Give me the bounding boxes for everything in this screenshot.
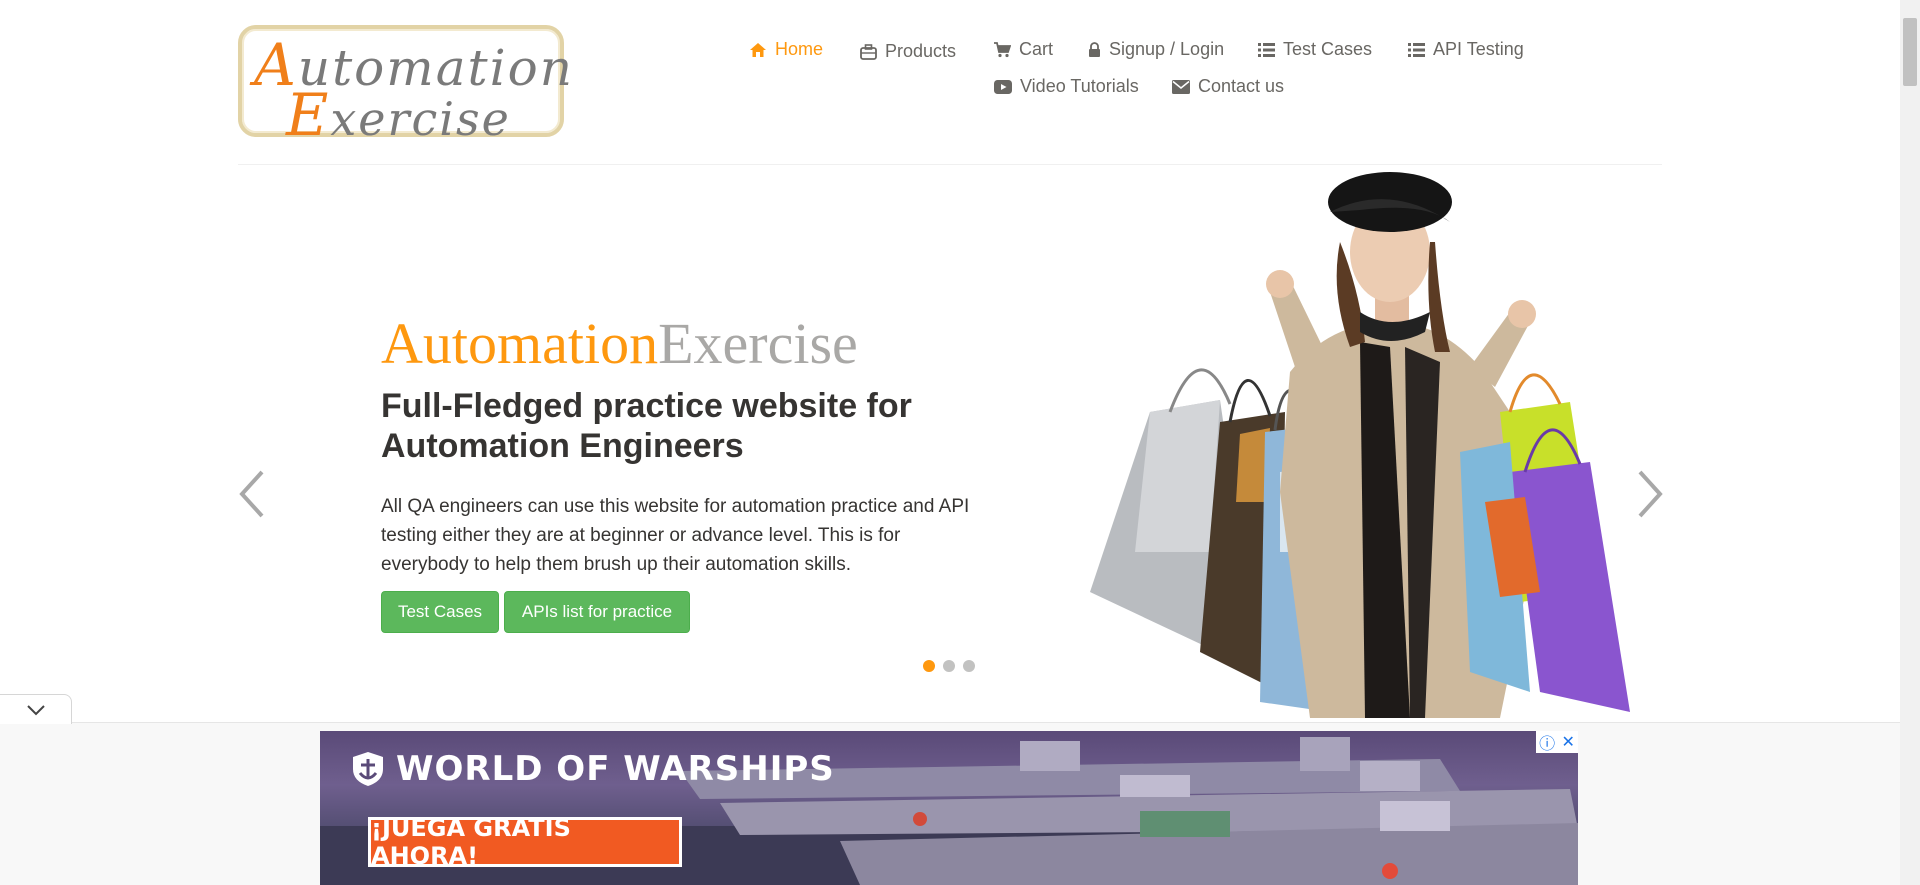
nav-test-cases-label: Test Cases	[1283, 39, 1373, 59]
nav-video-tutorials-label: Video Tutorials	[1020, 76, 1139, 96]
nav-contact-us-label: Contact us	[1198, 76, 1285, 96]
carousel-next-button[interactable]	[1636, 470, 1664, 523]
nav-signup-login-label: Signup / Login	[1109, 39, 1225, 59]
hero-description: All QA engineers can use this website fo…	[381, 496, 970, 575]
nav-video-tutorials[interactable]: Video Tutorials	[994, 76, 1139, 97]
envelope-icon	[1172, 79, 1190, 94]
world-of-warships-ad[interactable]: WORLD OF WARSHIPS ¡JUEGA GRATIS AHORA!	[320, 731, 1578, 885]
anchor-shield-icon	[353, 752, 383, 786]
ad-title-text: WORLD OF WARSHIPS	[396, 749, 835, 789]
site-logo[interactable]: Automation Exercise	[238, 25, 572, 149]
ad-collapse-tab[interactable]	[0, 694, 72, 724]
brand-part-exercise: Exercise	[658, 311, 858, 376]
nav-home-label: Home	[775, 39, 824, 59]
list-icon	[1408, 42, 1425, 57]
carousel-prev-button[interactable]	[238, 470, 266, 523]
logo-text-exercise: xercise	[330, 92, 511, 146]
nav-contact-us[interactable]: Contact us	[1172, 76, 1284, 97]
chevron-left-icon	[239, 470, 264, 518]
nav-api-testing-label: API Testing	[1433, 39, 1524, 59]
chevron-right-icon	[1638, 470, 1663, 518]
home-icon	[750, 42, 766, 57]
nav-products-label: Products	[885, 41, 957, 61]
hero-brand-title: AutomationExercise	[381, 310, 858, 377]
nav-home[interactable]: Home	[749, 39, 823, 60]
carousel-indicator-3[interactable]	[963, 660, 975, 672]
ad-choices: ⓘ ✕	[1536, 731, 1578, 753]
carousel-indicator-2[interactable]	[943, 660, 955, 672]
cart-icon	[994, 41, 1011, 57]
chevron-down-icon	[26, 704, 45, 715]
hero-shopping-woman-image	[1090, 172, 1630, 718]
logo-letter-e: E	[286, 81, 331, 149]
nav-signup-login[interactable]: Signup / Login	[1088, 39, 1224, 60]
apis-list-button[interactable]: APIs list for practice	[504, 591, 690, 633]
header-divider	[238, 164, 1662, 165]
brand-part-automation: Automation	[381, 311, 659, 376]
lock-icon	[1089, 41, 1100, 57]
ad-cta-button[interactable]: ¡JUEGA GRATIS AHORA!	[368, 814, 682, 870]
hero-headline: Full-Fledged practice website for Automa…	[381, 387, 912, 465]
scrollbar-thumb[interactable]	[1903, 18, 1917, 86]
ad-info-icon[interactable]: ⓘ	[1539, 730, 1555, 754]
page-scrollbar[interactable]	[1900, 0, 1920, 885]
youtube-play-icon	[994, 79, 1012, 94]
test-cases-button[interactable]: Test Cases	[381, 591, 499, 633]
nav-api-testing[interactable]: API Testing	[1408, 39, 1524, 60]
nav-products[interactable]: Products	[860, 41, 956, 62]
list-icon	[1258, 42, 1275, 57]
briefcase-icon	[860, 43, 877, 60]
nav-cart-label: Cart	[1019, 39, 1054, 59]
ad-title: WORLD OF WARSHIPS	[350, 749, 835, 789]
carousel-indicator-1[interactable]	[923, 660, 935, 672]
nav-test-cases[interactable]: Test Cases	[1258, 39, 1372, 60]
nav-cart[interactable]: Cart	[993, 39, 1053, 60]
ad-close-icon[interactable]: ✕	[1561, 732, 1574, 752]
